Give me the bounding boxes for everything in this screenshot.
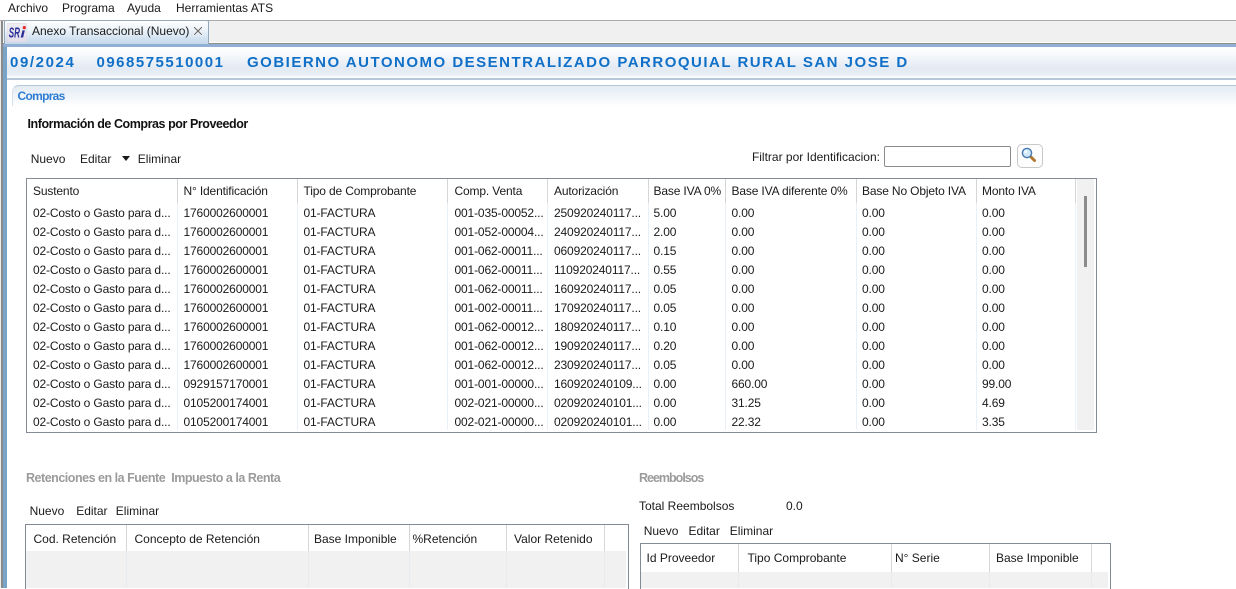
svg-text:SR: SR (9, 25, 20, 41)
